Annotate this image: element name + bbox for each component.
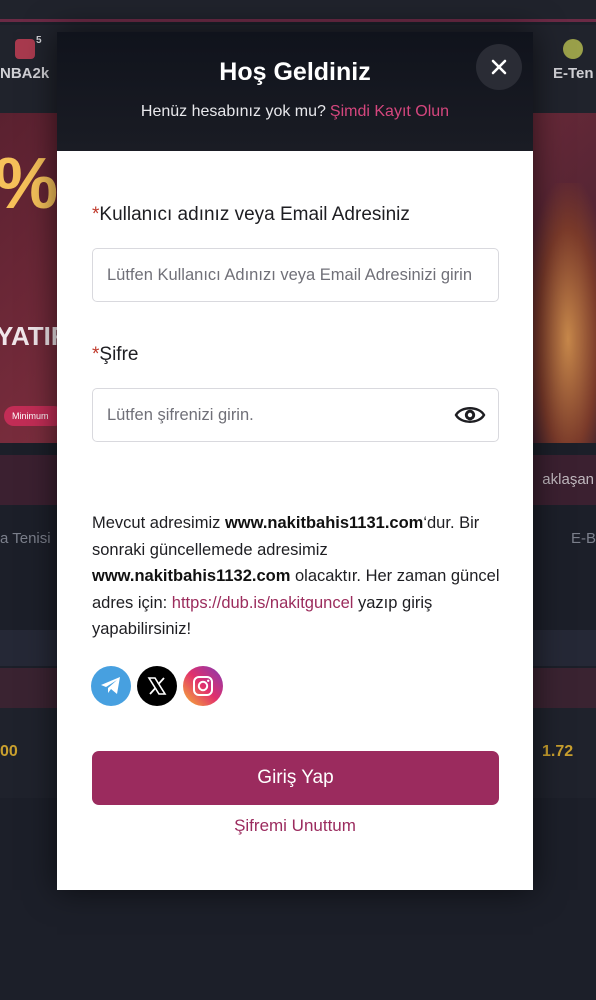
password-input[interactable] — [107, 389, 437, 441]
signup-link[interactable]: Şimdi Kayıt Olun — [330, 103, 449, 120]
close-icon — [491, 59, 507, 75]
category-left[interactable]: a Tenisi — [0, 530, 51, 547]
background-topbar — [0, 0, 596, 22]
address-info-text: Mevcut adresimiz www.nakitbahis1131.com‘… — [92, 510, 507, 643]
nav-item-etennis[interactable]: E-Ten — [553, 39, 594, 82]
nav-item-nba2k[interactable]: 5 NBA2k — [0, 35, 50, 82]
password-label: *Şifre — [92, 344, 138, 366]
close-button[interactable] — [476, 44, 522, 90]
username-field-box — [92, 248, 499, 302]
username-label: *Kullanıcı adınız veya Email Adresiniz — [92, 204, 410, 226]
update-link[interactable]: https://dub.is/nakitguncel — [172, 594, 354, 612]
password-field-box — [92, 388, 499, 442]
login-modal: Hoş Geldiniz Henüz hesabınız yok mu? Şimd… — [57, 32, 533, 890]
username-label-text: Kullanıcı adınız veya Email Adresiniz — [99, 204, 410, 225]
tab-upcoming[interactable]: aklaşan — [542, 471, 594, 488]
eye-icon[interactable] — [454, 402, 486, 428]
modal-header: Hoş Geldiniz Henüz hesabınız yok mu? Şimd… — [57, 32, 533, 151]
x-icon — [147, 677, 167, 695]
current-domain: www.nakitbahis1131.com — [224, 514, 424, 532]
info-text-1: Mevcut adresimiz — [92, 514, 225, 532]
odds-right[interactable]: 1.72 — [542, 743, 573, 761]
odds-left[interactable]: 00 — [0, 743, 18, 761]
telegram-button[interactable] — [91, 666, 131, 706]
nav-badge: 5 — [36, 35, 42, 46]
banner-pill: Minimum — [4, 406, 64, 426]
category-right[interactable]: E-B — [571, 530, 596, 547]
signup-prompt: Henüz hesabınız yok mu? — [140, 103, 326, 120]
login-button[interactable]: Giriş Yap — [92, 751, 499, 805]
nav-item-label: NBA2k — [0, 65, 50, 82]
forgot-password-link[interactable]: Şifremi Unuttum — [57, 816, 533, 836]
instagram-button[interactable] — [183, 666, 223, 706]
modal-subtitle: Henüz hesabınız yok mu? Şimdi Kayıt Olun — [57, 103, 533, 121]
banner-character-image — [526, 183, 596, 443]
basketball-icon — [14, 39, 35, 59]
instagram-icon — [193, 676, 213, 696]
password-label-text: Şifre — [99, 344, 139, 365]
username-input[interactable] — [107, 249, 487, 301]
telegram-icon — [101, 677, 120, 694]
tennis-ball-icon — [563, 39, 584, 59]
modal-title: Hoş Geldiniz — [219, 58, 371, 86]
x-button[interactable] — [137, 666, 177, 706]
next-domain: www.nakitbahis1132.com — [92, 567, 291, 585]
nav-item-label: E-Ten — [553, 65, 594, 82]
